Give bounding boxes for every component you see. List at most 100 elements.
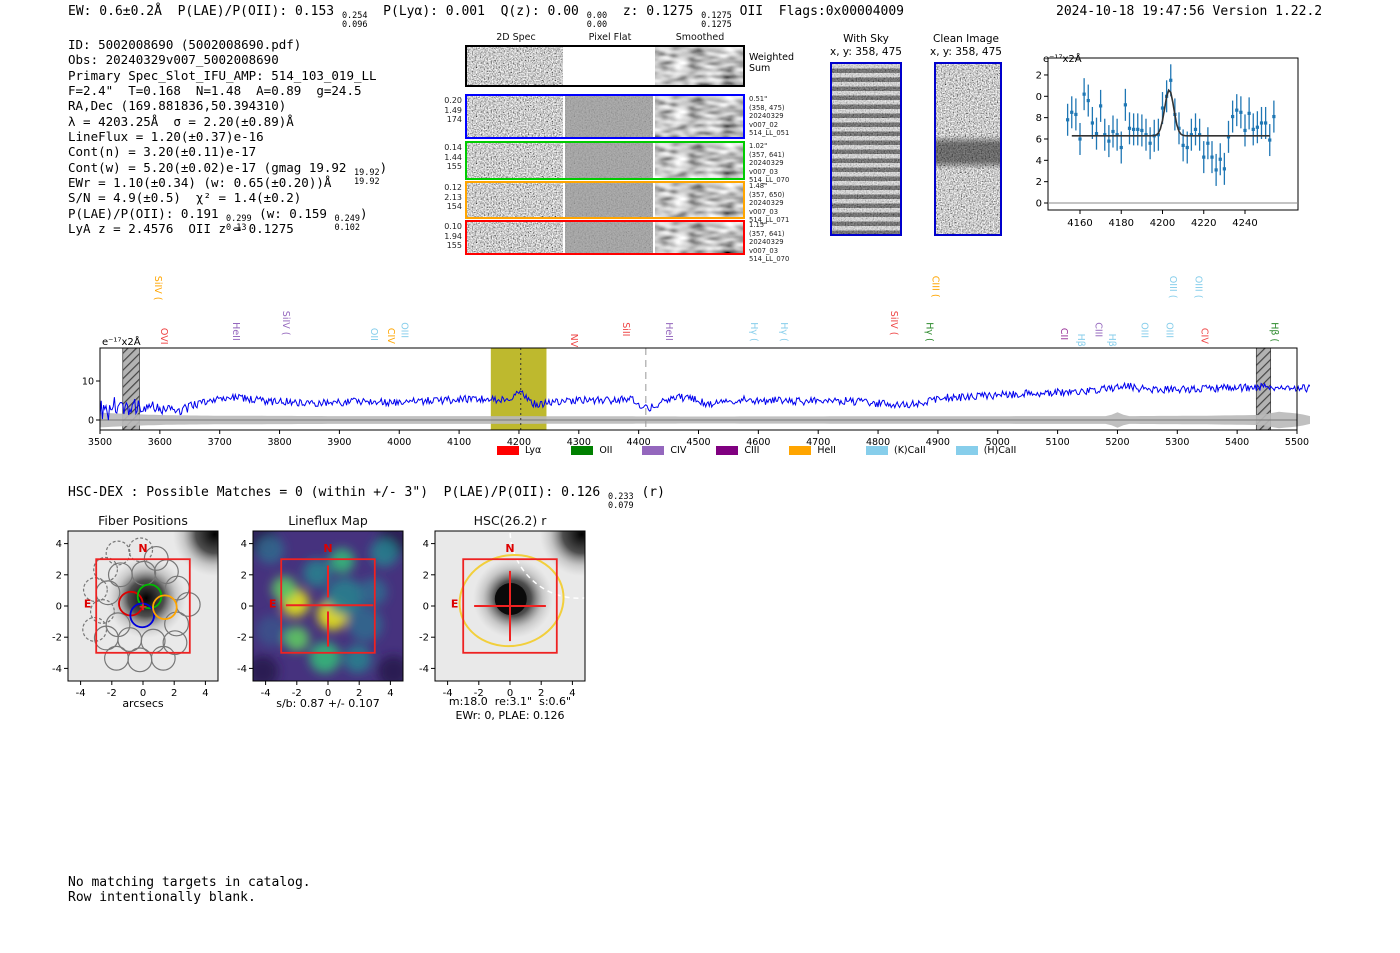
legend-label: (H)CaII: [983, 445, 1017, 456]
svg-text:0: 0: [241, 602, 247, 613]
report-header-stats: EW: 0.6±0.2Å P(LAE)/P(OII): 0.153 0.254 0…: [68, 4, 904, 30]
svg-text:-4: -4: [52, 664, 62, 675]
emission-line-label: OIII: [1138, 322, 1149, 338]
data-point: [1140, 128, 1144, 133]
data-point: [1074, 112, 1078, 117]
col-header-2d-spec: 2D Spec: [496, 32, 536, 43]
zoom-chart-units-label: e⁻¹⁷x2Å: [1043, 54, 1082, 65]
lineflux-map-panel: -4-4-2-2002244 NE: [237, 530, 404, 699]
data-point: [1214, 168, 1218, 172]
with-sky-title: With Sky: [843, 33, 889, 45]
legend-label: CIV: [670, 445, 687, 456]
emission-line-label: OIII (: [1167, 276, 1178, 299]
emission-line-label: Hβ: [1106, 334, 1117, 347]
stacked-uncertainty: 19.92 19.92: [353, 167, 380, 187]
data-point: [1107, 139, 1111, 143]
report-timestamp-version: 2024-10-18 19:47:56 Version 1.22.2: [1056, 4, 1323, 19]
clean-image-title: Clean Image: [932, 33, 1000, 45]
legend-item: CIV: [642, 445, 686, 456]
text-segment: ): [360, 205, 368, 221]
svg-text:4180: 4180: [1109, 218, 1134, 229]
stacked-uncertainty: 0.1275 0.1275: [701, 11, 732, 30]
data-point: [1247, 111, 1251, 115]
data-point: [1086, 98, 1090, 103]
text-segment: Cont(n) = 3.20(±0.11)e-17: [68, 144, 257, 160]
data-point: [1160, 106, 1165, 110]
emission-line-label: CII: [1058, 328, 1069, 340]
emission-line-label: OVI: [158, 328, 169, 345]
data-point: [1239, 110, 1243, 114]
svg-text:-2: -2: [237, 633, 247, 644]
data-point: [1255, 125, 1259, 129]
main-chart-units-label: e⁻¹⁷x2Å: [102, 337, 141, 348]
svg-text:4000: 4000: [387, 437, 411, 448]
data-point: [1119, 145, 1123, 150]
svg-text:5300: 5300: [1165, 437, 1189, 448]
spectral-line-legend: Lyα OII CIV CIII HeII (K)CaII (H)CaII: [497, 445, 1016, 456]
info-line: S/N = 4.9(±0.5) χ² = 1.4(±0.2): [68, 190, 387, 205]
text-segment: EWr = 1.10(±0.34) (w: 0.65(±0.20))Å: [68, 175, 332, 191]
data-point: [1235, 108, 1239, 112]
fiber-weight-numbers: 0.12 2.13 154: [444, 183, 462, 211]
spec2d-fiber-row: [465, 94, 745, 139]
emission-line-label: CIII (: [930, 276, 941, 298]
svg-text:2: 2: [241, 570, 247, 581]
fiber-weight-numbers: 0.10 1.94 155: [444, 222, 462, 250]
legend-swatch: [642, 446, 665, 455]
data-point: [1136, 127, 1140, 131]
data-point: [1206, 141, 1210, 145]
data-point: [1169, 78, 1173, 82]
data-point: [1272, 114, 1276, 119]
info-line: Cont(n) = 3.20(±0.11)e-17: [68, 144, 387, 159]
svg-text:6: 6: [1036, 134, 1042, 145]
spec2d-fiber-row: [465, 181, 745, 219]
compass-north: N: [138, 542, 147, 555]
svg-text:0: 0: [423, 602, 429, 613]
data-point: [1218, 157, 1222, 161]
svg-text:0: 0: [1036, 199, 1042, 210]
svg-text:4220: 4220: [1191, 218, 1216, 229]
emission-line-label: Hγ (: [778, 322, 789, 342]
text-segment: λ = 4203.25Å σ = 2.20(±0.89)Å: [68, 113, 294, 129]
data-point: [1193, 127, 1198, 131]
legend-item: OII: [571, 445, 612, 456]
svg-text:-4: -4: [419, 664, 429, 675]
zoomed-emission-line-chart: 4160 4180 4200 4220 4240 0 2 4 6 8 10 12: [1035, 57, 1299, 229]
data-point: [1251, 127, 1255, 131]
text-segment: P(LAE)/P(OII): 0.191: [68, 205, 227, 221]
data-point: [1099, 104, 1103, 108]
info-line: λ = 4203.25Å σ = 2.20(±0.89)Å: [68, 114, 387, 129]
info-line: Cont(w) = 5.20(±0.02)e-17 (gmag 19.92 19…: [68, 160, 387, 186]
info-line: ID: 5002008690 (5002008690.pdf): [68, 37, 387, 52]
svg-text:4240: 4240: [1232, 218, 1257, 229]
svg-text:3900: 3900: [327, 437, 351, 448]
stacked-uncertainty: 0.249 0.102: [334, 213, 361, 233]
text-segment: Primary Spec_Slot_IFU_AMP: 514_103_019_L…: [68, 67, 377, 83]
svg-text:4: 4: [241, 539, 247, 550]
data-point: [1070, 110, 1074, 114]
hsc-panel-xlabel: m:18.0 re:3.1" s:0.6": [448, 695, 572, 708]
svg-text:4: 4: [56, 539, 62, 550]
svg-text:10: 10: [1035, 92, 1042, 103]
emission-line-label: CIV: [1198, 328, 1209, 344]
with-sky-coords: x, y: 358, 475: [830, 46, 902, 58]
legend-item: (H)CaII: [955, 445, 1017, 456]
fiber-weight-numbers: 0.14 1.44 155: [444, 143, 462, 171]
legend-item: (K)CaII: [865, 445, 926, 456]
fiber-annotation: 0.51" (358, 475) 20240329 v007_02 514_LL_051: [749, 95, 790, 138]
svg-text:5400: 5400: [1225, 437, 1249, 448]
legend-label: (K)CaII: [893, 445, 926, 456]
flux-blob: [329, 548, 355, 574]
stacked-uncertainty: 0.00 0.00: [586, 11, 608, 30]
data-point: [1222, 167, 1226, 171]
svg-text:3800: 3800: [267, 437, 291, 448]
text-segment: F=2.4" T=0.168 N=1.48 A=0.89 g=24.5: [68, 83, 362, 99]
data-point: [1243, 128, 1247, 133]
legend-swatch: [865, 446, 888, 455]
data-point: [1148, 141, 1152, 145]
fiber-annotation: 1.02" (357, 641) 20240329 v007_03 514_LL_070: [749, 142, 790, 185]
text-segment: LineFlux = 1.20(±0.37)e-16: [68, 129, 264, 145]
flux-blob: [309, 641, 341, 674]
compass-east: E: [84, 598, 92, 611]
svg-text:3600: 3600: [148, 437, 172, 448]
